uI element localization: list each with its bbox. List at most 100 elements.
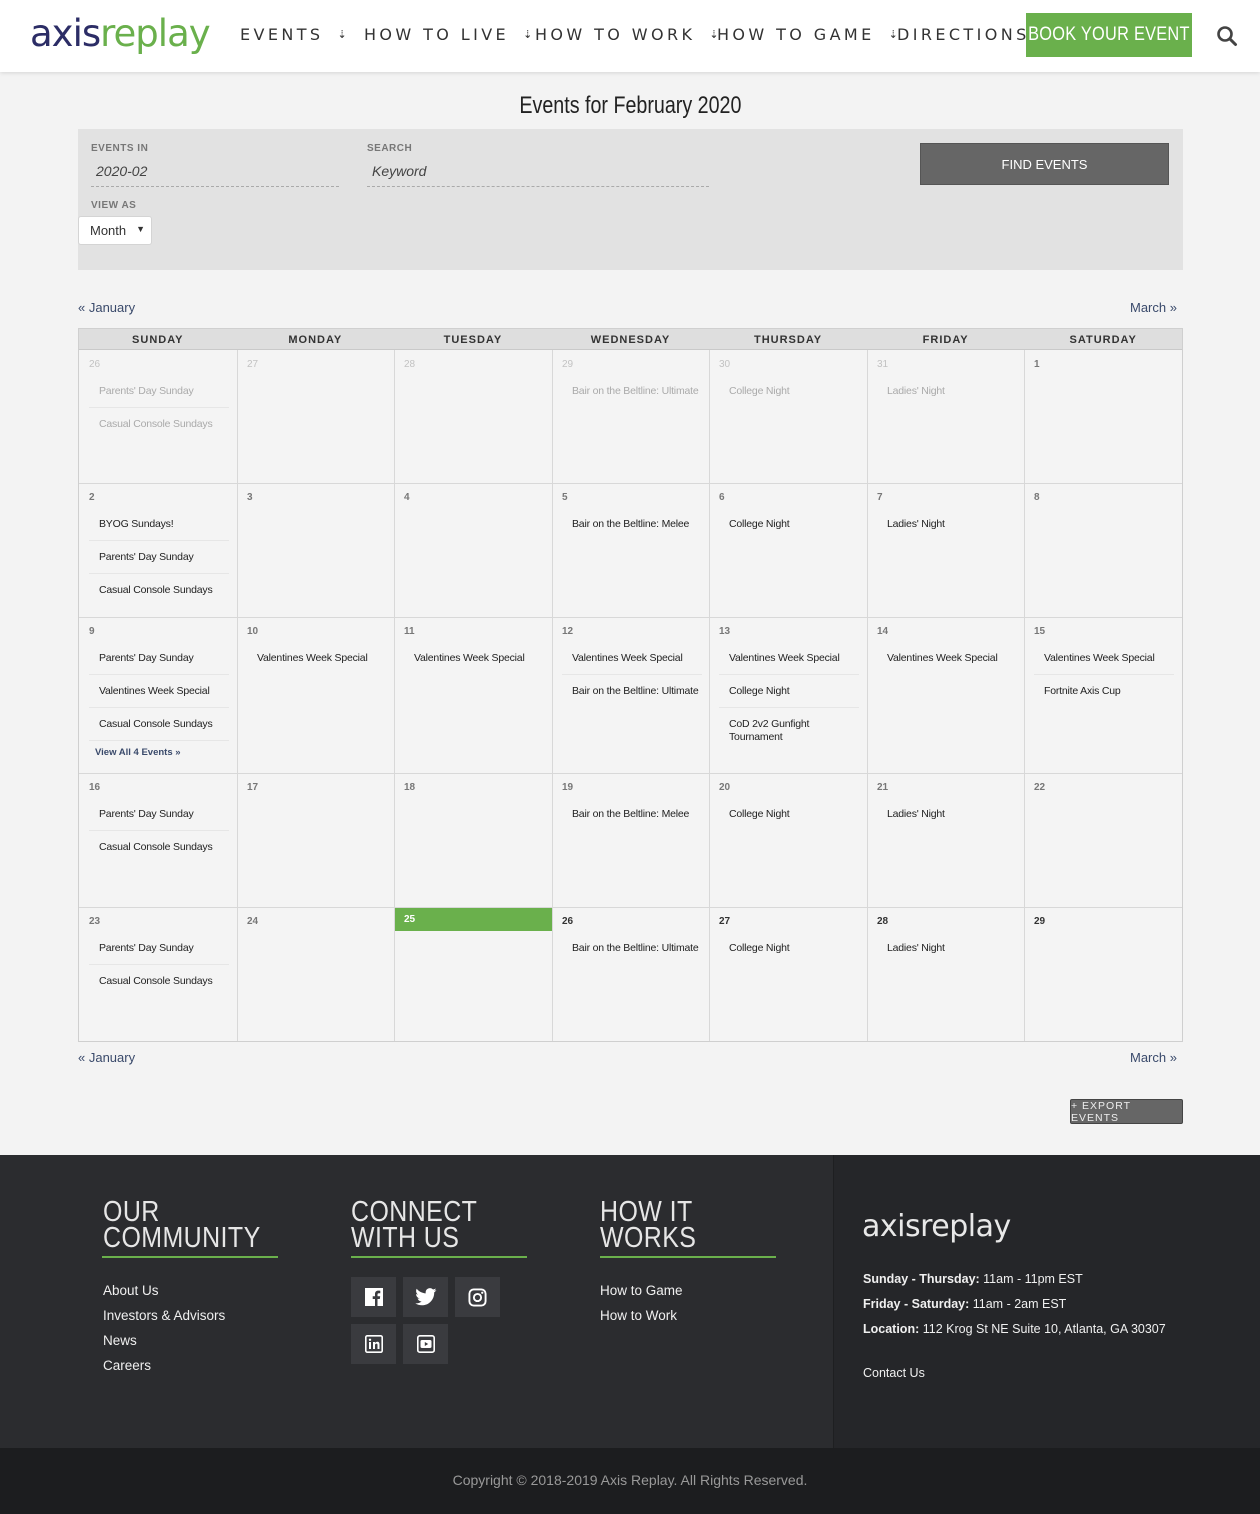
search-icon[interactable]	[1216, 25, 1238, 47]
calendar-day-cell[interactable]: 26 Bair on the Beltline: Ultimate	[553, 908, 710, 1041]
event-link[interactable]: Casual Console Sundays	[89, 841, 229, 854]
calendar-day-cell[interactable]: 11 Valentines Week Special	[395, 618, 552, 773]
event-link[interactable]: Valentines Week Special	[1034, 652, 1174, 665]
footer-link-about[interactable]: About Us	[103, 1283, 159, 1298]
event-link[interactable]: Ladies' Night	[877, 808, 1017, 821]
keyword-search-input[interactable]: Keyword	[367, 163, 709, 187]
next-month-link[interactable]: March »	[1130, 300, 1177, 315]
event-link[interactable]: Parents' Day Sunday	[89, 808, 229, 821]
footer-link-news[interactable]: News	[103, 1333, 137, 1348]
day-number[interactable]: 15	[1034, 626, 1045, 637]
calendar-day-cell[interactable]: 28 Ladies' Night	[868, 908, 1025, 1041]
calendar-day-cell[interactable]: 5 Bair on the Beltline: Melee	[553, 484, 710, 617]
day-number[interactable]: 27	[719, 916, 730, 927]
day-number[interactable]: 13	[719, 626, 730, 637]
calendar-day-cell[interactable]: 3	[238, 484, 395, 617]
event-link[interactable]: BYOG Sundays!	[89, 518, 229, 531]
calendar-day-cell[interactable]: 8	[1025, 484, 1182, 617]
day-number[interactable]: 30	[719, 359, 730, 370]
calendar-day-cell[interactable]: 29	[1025, 908, 1182, 1041]
event-link[interactable]: Bair on the Beltline: Melee	[562, 518, 702, 531]
day-number[interactable]: 29	[1034, 916, 1045, 927]
view-as-select[interactable]: Month ▼	[78, 216, 152, 245]
nav-events[interactable]: EVENTS ⇣	[240, 24, 347, 48]
export-events-button[interactable]: + EXPORT EVENTS	[1070, 1099, 1183, 1124]
event-link[interactable]: Valentines Week Special	[877, 652, 1017, 665]
day-number[interactable]: 5	[562, 492, 568, 503]
view-all-events-link[interactable]: View All 4 Events »	[95, 747, 181, 758]
day-number[interactable]: 19	[562, 782, 573, 793]
calendar-day-cell[interactable]: 26 Parents' Day Sunday Casual Console Sund…	[80, 351, 237, 483]
day-number[interactable]: 17	[247, 782, 258, 793]
day-number[interactable]: 16	[89, 782, 100, 793]
instagram-icon[interactable]	[455, 1277, 500, 1317]
date-field[interactable]: 2020-02	[91, 163, 339, 187]
footer-link-how-to-work[interactable]: How to Work	[600, 1308, 677, 1323]
calendar-day-cell[interactable]: 29 Bair on the Beltline: Ultimate	[553, 351, 710, 483]
nav-directions[interactable]: DIRECTIONS	[897, 24, 1030, 46]
calendar-day-cell[interactable]: 10 Valentines Week Special	[238, 618, 395, 773]
day-number[interactable]: 1	[1034, 359, 1040, 370]
site-logo[interactable]: axisreplay	[30, 12, 211, 56]
day-number[interactable]: 10	[247, 626, 258, 637]
event-link[interactable]: Valentines Week Special	[404, 652, 544, 665]
event-link[interactable]: College Night	[719, 685, 859, 698]
calendar-day-cell[interactable]: 12 Valentines Week Special Bair on the Bel…	[553, 618, 710, 773]
calendar-day-cell[interactable]: 27	[238, 351, 395, 483]
event-link[interactable]: Casual Console Sundays	[89, 584, 229, 597]
footer-link-careers[interactable]: Careers	[103, 1358, 151, 1373]
event-link[interactable]: College Night	[719, 385, 859, 398]
linkedin-icon[interactable]	[351, 1324, 396, 1364]
nav-how-to-work[interactable]: HOW TO WORK ⇣	[535, 24, 719, 48]
footer-link-investors[interactable]: Investors & Advisors	[103, 1308, 225, 1323]
event-link[interactable]: Casual Console Sundays	[89, 718, 229, 731]
day-number[interactable]: 4	[404, 492, 410, 503]
event-link[interactable]: Parents' Day Sunday	[89, 652, 229, 665]
day-number[interactable]: 18	[404, 782, 415, 793]
day-number[interactable]: 26	[562, 916, 573, 927]
day-number[interactable]: 26	[89, 359, 100, 370]
event-link[interactable]: Parents' Day Sunday	[89, 551, 229, 564]
calendar-day-cell[interactable]: 21 Ladies' Night	[868, 774, 1025, 907]
event-link[interactable]: College Night	[719, 518, 859, 531]
calendar-day-cell[interactable]: 6 College Night	[710, 484, 867, 617]
event-link[interactable]: Bair on the Beltline: Melee	[562, 808, 702, 821]
calendar-day-cell[interactable]: 19 Bair on the Beltline: Melee	[553, 774, 710, 907]
footer-logo[interactable]: axisreplay	[862, 1209, 1011, 1244]
calendar-day-cell[interactable]: 17	[238, 774, 395, 907]
facebook-icon[interactable]	[351, 1277, 396, 1317]
day-number[interactable]: 21	[877, 782, 888, 793]
youtube-icon[interactable]	[403, 1324, 448, 1364]
calendar-day-cell[interactable]: 7 Ladies' Night	[868, 484, 1025, 617]
day-number[interactable]: 23	[89, 916, 100, 927]
book-event-button[interactable]: BOOK YOUR EVENT	[1026, 13, 1192, 57]
contact-us-link[interactable]: Contact Us	[863, 1366, 925, 1380]
day-number[interactable]: 20	[719, 782, 730, 793]
event-link[interactable]: Bair on the Beltline: Ultimate	[562, 385, 702, 398]
event-link[interactable]: CoD 2v2 Gunfight Tournament	[719, 718, 859, 744]
calendar-day-cell[interactable]: 28	[395, 351, 552, 483]
event-link[interactable]: College Night	[719, 808, 859, 821]
prev-month-link-bottom[interactable]: « January	[78, 1050, 135, 1065]
day-number[interactable]: 29	[562, 359, 573, 370]
calendar-day-cell[interactable]: 24	[238, 908, 395, 1041]
event-link[interactable]: Bair on the Beltline: Ultimate	[562, 685, 702, 698]
day-number[interactable]: 24	[247, 916, 258, 927]
calendar-day-cell[interactable]: 9 Parents' Day Sunday Valentines Week Spec…	[80, 618, 237, 773]
event-link[interactable]: Valentines Week Special	[562, 652, 702, 665]
calendar-day-cell[interactable]: 2 BYOG Sundays! Parents' Day Sunday Casual …	[80, 484, 237, 617]
day-number[interactable]: 25	[404, 914, 415, 925]
event-link[interactable]: Valentines Week Special	[89, 685, 229, 698]
prev-month-link[interactable]: « January	[78, 300, 135, 315]
find-events-button[interactable]: FIND EVENTS	[920, 143, 1169, 185]
calendar-day-cell[interactable]: 22	[1025, 774, 1182, 907]
day-number[interactable]: 22	[1034, 782, 1045, 793]
calendar-day-cell[interactable]: 14 Valentines Week Special	[868, 618, 1025, 773]
event-link[interactable]: Ladies' Night	[877, 518, 1017, 531]
event-link[interactable]: Fortnite Axis Cup	[1034, 685, 1174, 698]
day-number[interactable]: 3	[247, 492, 253, 503]
event-link[interactable]: Bair on the Beltline: Ultimate	[562, 942, 702, 955]
day-number[interactable]: 12	[562, 626, 573, 637]
calendar-day-cell[interactable]: 30 College Night	[710, 351, 867, 483]
day-number[interactable]: 11	[404, 626, 415, 637]
